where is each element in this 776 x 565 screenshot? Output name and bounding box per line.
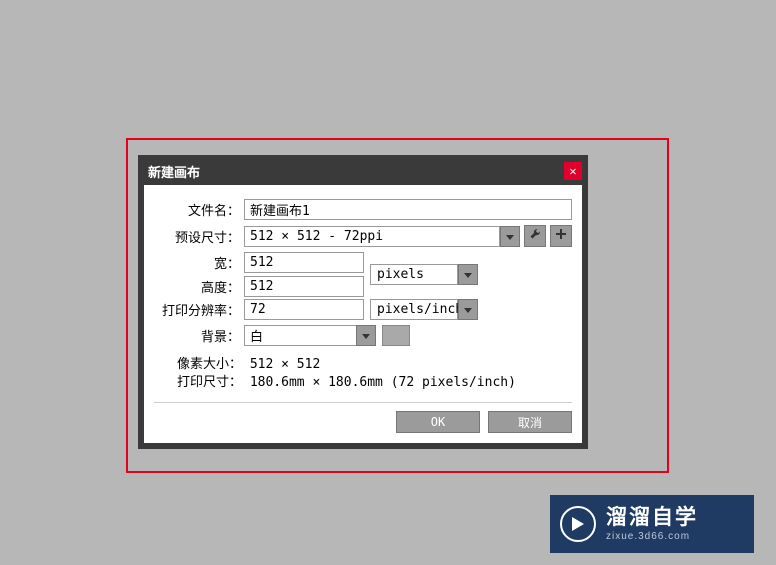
preset-label: 预设尺寸： (154, 227, 244, 246)
resolution-unit-display[interactable]: pixels/inch (370, 299, 458, 320)
filename-input[interactable] (244, 199, 572, 220)
chevron-down-icon (464, 302, 472, 317)
resolution-label: 打印分辨率： (154, 300, 244, 319)
chevron-down-icon (464, 267, 472, 282)
print-size-info: 打印尺寸： 180.6mm × 180.6mm (72 pixels/inch) (176, 374, 572, 392)
height-label: 高度： (154, 277, 244, 296)
pixel-size-value: 512 × 512 (250, 357, 320, 372)
button-row: OK 取消 (154, 411, 572, 433)
filename-label: 文件名： (154, 200, 244, 219)
resolution-input[interactable] (244, 299, 364, 320)
preset-dropdown-button[interactable] (500, 226, 520, 247)
background-row: 背景： (154, 325, 572, 346)
ok-button[interactable]: OK (396, 411, 480, 433)
resolution-unit-wrap: pixels/inch (370, 299, 478, 320)
watermark-title: 溜溜自学 (606, 505, 698, 530)
wrench-icon (529, 228, 541, 244)
resolution-row: 打印分辨率： pixels/inch (154, 299, 572, 320)
background-label: 背景： (154, 326, 244, 345)
preset-row: 预设尺寸： (154, 225, 572, 247)
background-color-swatch[interactable] (382, 325, 410, 346)
close-button[interactable]: ✕ (564, 162, 582, 180)
new-canvas-dialog: 新建画布 ✕ 文件名： 预设尺寸： (138, 155, 588, 449)
dialog-titlebar: 新建画布 ✕ (144, 161, 582, 185)
cancel-button[interactable]: 取消 (488, 411, 572, 433)
filename-row: 文件名： (154, 199, 572, 220)
resolution-unit-dropdown[interactable] (458, 299, 478, 320)
settings-button[interactable] (524, 225, 546, 247)
watermark-text: 溜溜自学 zixue.3d66.com (606, 505, 698, 542)
background-dropdown[interactable] (356, 325, 376, 346)
divider (154, 402, 572, 403)
size-unit-wrap: pixels (370, 264, 478, 285)
print-size-value: 180.6mm × 180.6mm (72 pixels/inch) (250, 375, 516, 390)
width-label: 宽： (154, 253, 244, 272)
plus-icon (555, 228, 567, 244)
height-row: 高度： (154, 276, 364, 297)
width-row: 宽： (154, 252, 364, 273)
dialog-body: 文件名： 预设尺寸： (144, 185, 582, 443)
dimensions-group: 宽： 高度： pixels (154, 252, 572, 297)
watermark: 溜溜自学 zixue.3d66.com (550, 495, 754, 553)
close-icon: ✕ (569, 164, 576, 178)
print-size-label: 打印尺寸： (176, 374, 242, 392)
pixel-size-info: 像素大小： 512 × 512 (176, 356, 572, 374)
pixel-size-label: 像素大小： (176, 356, 242, 374)
info-block: 像素大小： 512 × 512 打印尺寸： 180.6mm × 180.6mm … (176, 356, 572, 392)
size-unit-display[interactable]: pixels (370, 264, 458, 285)
add-preset-button[interactable] (550, 225, 572, 247)
play-logo-icon (560, 506, 596, 542)
chevron-down-icon (506, 229, 514, 244)
chevron-down-icon (362, 328, 370, 343)
size-unit-dropdown[interactable] (458, 264, 478, 285)
dialog-title: 新建画布 (148, 162, 200, 181)
background-input[interactable] (244, 325, 356, 346)
preset-input[interactable] (244, 226, 500, 247)
width-input[interactable] (244, 252, 364, 273)
height-input[interactable] (244, 276, 364, 297)
watermark-sub: zixue.3d66.com (606, 531, 698, 543)
